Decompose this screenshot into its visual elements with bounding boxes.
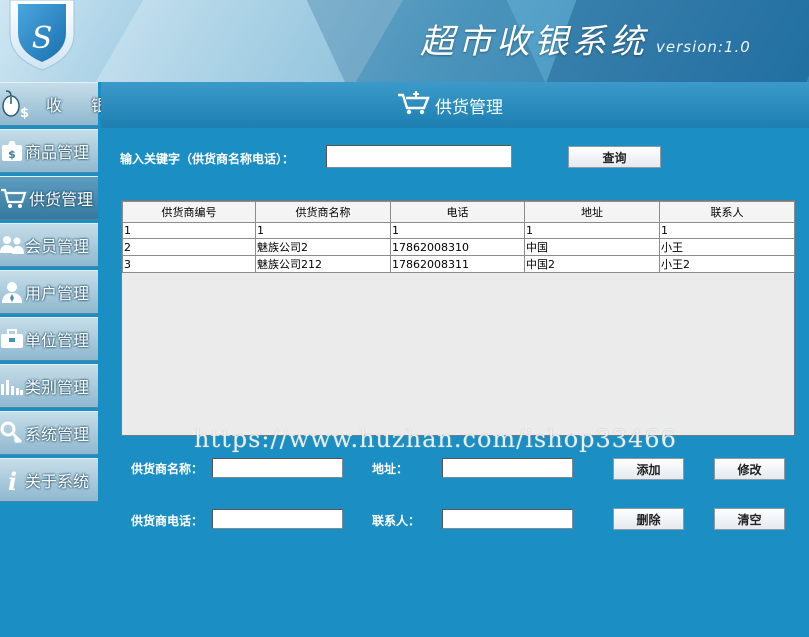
column-header[interactable]: 电话 [390, 201, 525, 223]
sidebar-item-label: 商品管理 [25, 143, 90, 162]
cashier-mouse-icon: $ [0, 90, 30, 119]
address-label: 地址： [372, 462, 409, 476]
members-icon [0, 233, 24, 257]
table-row[interactable]: 3 魅族公司212 17862008311 中国2 小王2 [122, 255, 795, 273]
cart-icon [0, 186, 28, 210]
panel-header: 供货管理 [101, 82, 809, 128]
table-cell: 魅族公司212 [255, 255, 391, 273]
sidebar-item-label: 用户管理 [25, 284, 90, 303]
sidebar-item-products[interactable]: $ 商品管理 [0, 129, 98, 173]
search-label: 输入关键字（供货商名称电话）： [120, 152, 295, 166]
sidebar-item-users[interactable]: 用户管理 [0, 270, 98, 314]
table-row[interactable]: 1 1 1 1 1 [122, 222, 795, 239]
svg-text:i: i [8, 468, 17, 492]
supplier-name-field[interactable] [212, 458, 343, 478]
table-cell: 中国2 [524, 255, 660, 273]
search-button[interactable]: 查询 [568, 146, 661, 168]
table-cell: 2 [122, 238, 256, 256]
user-icon [0, 280, 24, 304]
add-button[interactable]: 添加 [613, 458, 684, 480]
sidebar-item-label: 关于系统 [25, 472, 90, 491]
app-title: 超市收银系统 [420, 22, 648, 62]
edit-button[interactable]: 修改 [714, 458, 785, 480]
info-icon: i [0, 468, 24, 492]
supplier-table[interactable]: 供货商编号 供货商名称 电话 地址 联系人 1 1 1 1 1 2 魅族公司2 [121, 200, 795, 453]
supplier-phone-field[interactable] [212, 509, 343, 529]
column-header[interactable]: 供货商编号 [122, 201, 256, 223]
app-banner: S 超市收银系统 version:1.0 [0, 0, 809, 82]
table-cell: 3 [122, 255, 256, 273]
sidebar-item-label: 供货管理 [29, 190, 94, 209]
sidebar-item-about[interactable]: i 关于系统 [0, 458, 98, 502]
sidebar-item-suppliers[interactable]: 供货管理 [0, 176, 98, 220]
svg-text:$: $ [8, 148, 16, 161]
table-cell: 1 [659, 222, 795, 239]
table-cell: 1 [255, 222, 391, 239]
table-cell: 1 [122, 222, 256, 239]
table-cell: 中国 [524, 238, 660, 256]
sidebar-item-categories[interactable]: 类别管理 [0, 364, 98, 408]
sidebar-item-members[interactable]: 会员管理 [0, 223, 98, 267]
supplier-phone-label: 供货商电话： [131, 514, 204, 528]
tools-icon [0, 421, 24, 445]
watermark-text: https://www.huzhan.com/ishop33466 [194, 425, 677, 453]
delete-button[interactable]: 删除 [613, 508, 684, 530]
column-header[interactable]: 联系人 [659, 201, 795, 223]
sidebar-item-label: 类别管理 [25, 378, 90, 397]
logo-letter: S [32, 21, 53, 56]
column-header[interactable]: 供货商名称 [255, 201, 391, 223]
bar-chart-icon [0, 374, 24, 398]
search-input[interactable] [326, 145, 512, 168]
table-cell: 魅族公司2 [255, 238, 391, 256]
sidebar-item-cashier[interactable]: $ 收 银 [0, 82, 107, 126]
main-panel: 供货管理 输入关键字（供货商名称电话）： 查询 供货商编号 供货商名称 电话 地… [101, 82, 809, 637]
money-bag-icon: $ [0, 139, 24, 163]
table-cell: 小王2 [659, 255, 795, 273]
page-title: 供货管理 [435, 97, 503, 118]
table-cell: 小王 [659, 238, 795, 256]
sidebar-item-label: 系统管理 [25, 425, 90, 444]
app-logo-shield-icon: S [6, 0, 78, 72]
table-cell: 1 [524, 222, 660, 239]
table-row[interactable]: 2 魅族公司2 17862008310 中国 小王 [122, 238, 795, 256]
supplier-name-label: 供货商名称： [131, 462, 204, 476]
sidebar: $ 收 银 $ 商品管理 供货管理 会员管理 用户管理 单位管理 类别管理 系统… [0, 82, 107, 637]
app-version: version:1.0 [656, 38, 751, 56]
svg-text:$: $ [20, 106, 29, 119]
table-cell: 17862008311 [390, 255, 525, 273]
address-field[interactable] [442, 458, 573, 478]
contact-label: 联系人： [372, 514, 421, 528]
column-header[interactable]: 地址 [524, 201, 660, 223]
cart-icon [397, 90, 431, 120]
table-cell: 17862008310 [390, 238, 525, 256]
briefcase-icon [0, 327, 24, 351]
table-cell: 1 [390, 222, 525, 239]
sidebar-item-label: 会员管理 [25, 237, 90, 256]
sidebar-item-label: 单位管理 [25, 331, 90, 350]
sidebar-item-units[interactable]: 单位管理 [0, 317, 98, 361]
table-header-row: 供货商编号 供货商名称 电话 地址 联系人 [122, 201, 795, 223]
contact-field[interactable] [442, 509, 573, 529]
sidebar-item-system[interactable]: 系统管理 [0, 411, 98, 455]
clear-button[interactable]: 清空 [714, 508, 785, 530]
